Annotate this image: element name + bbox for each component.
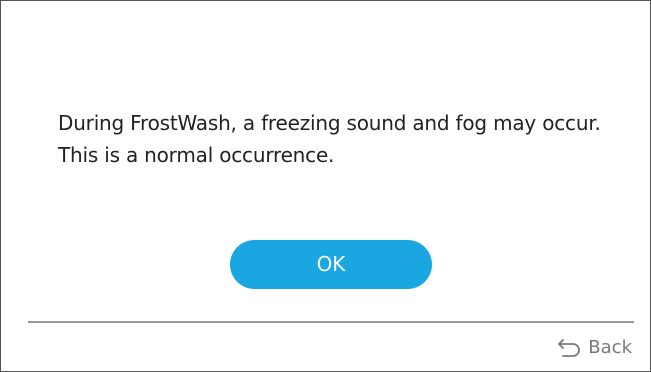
dialog-window: During FrostWash, a freezing sound and f… — [0, 0, 651, 372]
dialog-message: During FrostWash, a freezing sound and f… — [58, 111, 601, 167]
return-arrow-icon — [556, 337, 582, 357]
ok-button[interactable]: OK — [230, 240, 432, 289]
back-button[interactable]: Back — [556, 334, 632, 360]
footer-divider — [28, 321, 634, 323]
back-label: Back — [588, 336, 632, 358]
